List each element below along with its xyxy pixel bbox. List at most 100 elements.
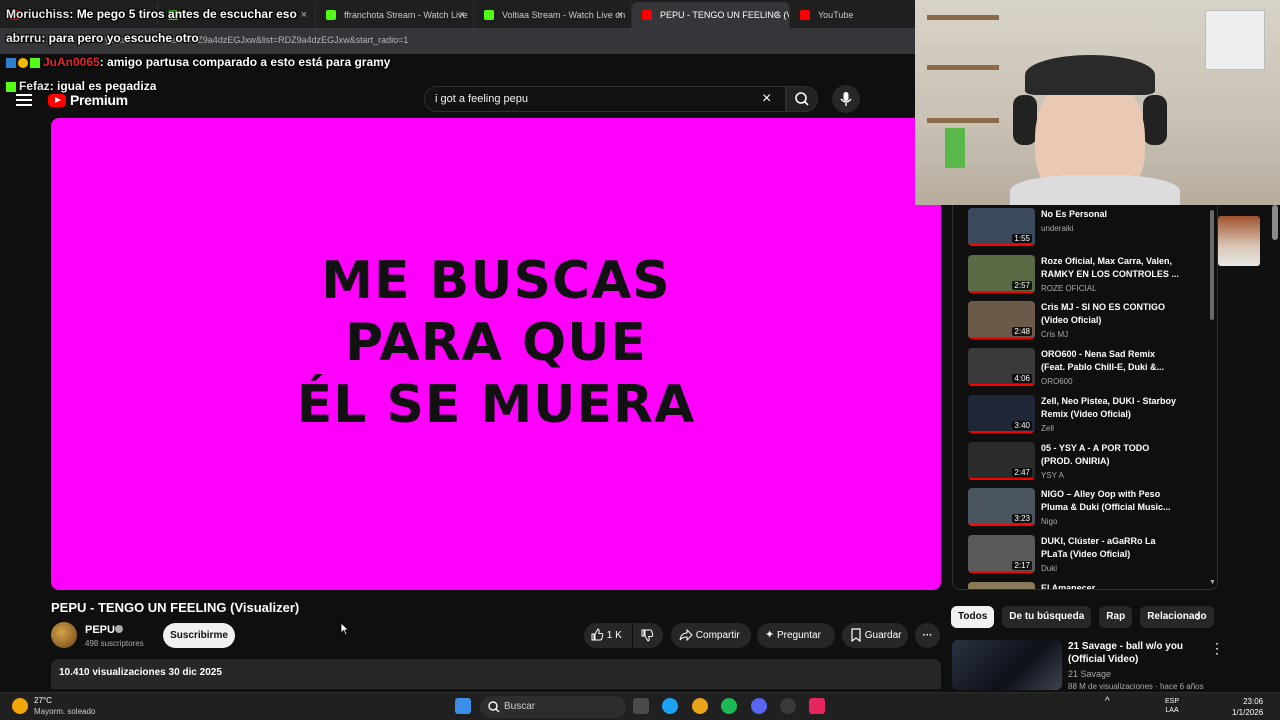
bookmark-icon — [851, 628, 861, 643]
tab-close-icon[interactable]: × — [617, 2, 623, 28]
playlist-item-title[interactable]: Cris MJ - SI NO ES CONTIGO (Video Oficia… — [1041, 301, 1181, 327]
recommendation-channel[interactable]: 21 Savage — [1068, 669, 1111, 679]
youtube-logo[interactable]: Premium — [48, 92, 128, 108]
dislike-button[interactable] — [633, 623, 663, 648]
filter-chip[interactable]: Rap — [1099, 606, 1133, 628]
taskbar: 27°C Mayorm. soleado Buscar ^ ESP LAA 23… — [0, 692, 1280, 720]
playlist-thumbnail[interactable] — [968, 581, 1035, 589]
ask-label: Preguntar — [777, 630, 821, 641]
search-icon — [795, 92, 809, 106]
chrome-icon[interactable] — [692, 698, 708, 714]
filter-chips: Todos De tu búsqueda Rap Relacionado — [951, 606, 1214, 628]
chat-text: : Me pego 5 tiros antes de escuchar eso — [69, 7, 297, 21]
playlist-item-title[interactable]: No Es Personal — [1041, 208, 1181, 221]
tab-close-icon[interactable]: × — [775, 2, 781, 28]
windows-start-icon[interactable] — [455, 698, 471, 714]
task-view-icon[interactable] — [633, 698, 649, 714]
description-box[interactable]: 10.410 visualizaciones 30 dic 2025 — [51, 659, 941, 689]
playlist-item-title[interactable]: ORO600 - Nena Sad Remix (Feat. Pablo Chi… — [1041, 348, 1181, 374]
playlist-thumbnail[interactable]: 2:47 — [968, 441, 1035, 480]
page-scrollbar[interactable] — [1272, 205, 1278, 240]
playlist-thumbnail[interactable]: 2:57 — [968, 254, 1035, 293]
filter-chip[interactable]: Relacionado — [1140, 606, 1214, 628]
recommendation-thumbnail[interactable] — [952, 640, 1062, 690]
playlist-item[interactable]: El Amanecer — [968, 581, 1216, 589]
playlist-item[interactable]: 2:17 DUKI, Clúster - aGaRRo La PLaTa (Vid… — [968, 534, 1216, 580]
tiktok-icon[interactable] — [809, 698, 825, 714]
taskbar-search[interactable]: Buscar — [480, 696, 626, 718]
tab-close-icon[interactable]: × — [301, 2, 307, 28]
filter-chip[interactable]: Todos — [951, 606, 995, 628]
share-button[interactable]: Compartir — [671, 623, 751, 648]
filter-chip[interactable]: De tu búsqueda — [1002, 606, 1092, 628]
weather-desc: Mayorm. soleado — [34, 707, 96, 716]
obs-icon[interactable] — [780, 698, 796, 714]
weather-temp: 27°C — [34, 696, 52, 705]
headset-right — [1143, 95, 1167, 145]
playlist-item-title[interactable]: DUKI, Clúster - aGaRRo La PLaTa (Video O… — [1041, 535, 1181, 561]
share-icon — [679, 629, 693, 642]
more-vert-icon[interactable]: ⋮ — [1210, 640, 1224, 657]
more-actions-button[interactable]: ··· — [915, 623, 940, 648]
logo-text: Premium — [70, 92, 128, 108]
recommendation-title[interactable]: 21 Savage - ball w/o you (Official Video… — [1068, 640, 1203, 666]
video-duration: 2:47 — [1012, 467, 1032, 477]
playlist-thumbnail[interactable]: 1:55 — [968, 208, 1035, 246]
edge-icon[interactable] — [662, 698, 678, 714]
browser-tab[interactable]: PEPU - TENGO UN FEELING (Vi × — [632, 2, 790, 28]
shelf — [927, 65, 999, 70]
channel-avatar[interactable] — [51, 622, 77, 648]
playlist-thumbnail[interactable]: 3:40 — [968, 394, 1035, 433]
playlist-item[interactable]: 1:55 No Es Personal underaiki — [968, 208, 1216, 253]
tab-close-icon[interactable]: × — [459, 2, 465, 28]
chat-message-4: Fefaz: igual es pegadiza — [6, 79, 156, 93]
playlist-item[interactable]: 3:23 NIGO – Alley Oop with Peso Pluma & D… — [968, 488, 1216, 533]
playlist-item[interactable]: 3:40 Zell, Neo Pistea, DUKI - Starboy Rem… — [968, 394, 1216, 440]
playlist-item[interactable]: 2:57 Roze Oficial, Max Carra, Valen, RAMK… — [968, 254, 1216, 300]
playlist-item-title[interactable]: Roze Oficial, Max Carra, Valen, RAMKY EN… — [1041, 255, 1181, 281]
playlist-scrollbar[interactable] — [1210, 210, 1214, 320]
ask-button[interactable]: ✦ Preguntar — [757, 623, 835, 648]
spotify-icon[interactable] — [721, 698, 737, 714]
video-player[interactable]: ME BUSCAS PARA QUE ÉL SE MUERA — [51, 118, 941, 590]
shelf — [927, 15, 999, 20]
watched-progress-bar — [968, 524, 1035, 527]
playlist-thumbnail[interactable]: 4:06 — [968, 348, 1035, 387]
clock[interactable]: 23:06 1/1/2026 — [1232, 696, 1263, 718]
verified-icon — [115, 625, 123, 633]
scroll-down-icon[interactable]: ▼ — [1209, 579, 1216, 586]
watched-progress-bar — [968, 570, 1035, 573]
playlist-thumbnail[interactable]: 2:48 — [968, 301, 1035, 340]
chat-text: : para pero yo escuche otro — [41, 31, 199, 45]
voice-search-button[interactable] — [832, 85, 860, 113]
lyric-line-3: ÉL SE MUERA — [296, 375, 696, 435]
discord-icon[interactable] — [751, 698, 767, 714]
channel-name[interactable]: PEPU — [85, 624, 115, 636]
playlist-item[interactable]: 4:06 ORO600 - Nena Sad Remix (Feat. Pablo… — [968, 348, 1216, 393]
playlist-item-title[interactable]: 05 - YSY A - A POR TODO (PROD. ONIRIA) — [1041, 442, 1181, 468]
like-button[interactable]: 1 K — [584, 623, 632, 648]
browser-tab[interactable]: Voltiaa Stream - Watch Live on × — [474, 2, 632, 28]
tray-expand-icon[interactable]: ^ — [1105, 697, 1110, 707]
tab-favicon-icon — [642, 10, 652, 20]
mouse-cursor-icon — [340, 622, 350, 636]
browser-tab[interactable]: ffranchota Stream - Watch Live × — [316, 2, 474, 28]
playlist-item-title[interactable]: El Amanecer — [1041, 582, 1181, 589]
clear-search-icon[interactable]: × — [762, 91, 771, 107]
playlist-item-channel: ORO600 — [1041, 377, 1073, 387]
playlist-item[interactable]: 2:47 05 - YSY A - A POR TODO (PROD. ONIRI… — [968, 441, 1216, 487]
playlist-thumbnail[interactable]: 2:17 — [968, 534, 1035, 573]
playlist-item-title[interactable]: NIGO – Alley Oop with Peso Pluma & Duki … — [1041, 488, 1181, 514]
playlist-item[interactable]: 2:48 Cris MJ - SI NO ES CONTIGO (Video Of… — [968, 301, 1216, 346]
playlist-thumbnail[interactable]: 3:23 — [968, 488, 1035, 527]
side-thumbnail[interactable] — [1218, 216, 1260, 266]
playlist-item-title[interactable]: Zell, Neo Pistea, DUKI - Starboy Remix (… — [1041, 395, 1181, 421]
playlist-item-channel: Zell — [1041, 423, 1054, 433]
language-indicator[interactable]: ESP LAA — [1165, 697, 1179, 715]
subscribe-button[interactable]: Suscribirme — [163, 623, 235, 648]
search-input[interactable]: i got a feeling pepu — [424, 86, 786, 112]
save-button[interactable]: Guardar — [842, 623, 908, 648]
chevron-right-icon[interactable]: › — [1196, 608, 1201, 624]
hamburger-menu-icon[interactable] — [16, 94, 32, 106]
search-button[interactable] — [786, 86, 818, 112]
